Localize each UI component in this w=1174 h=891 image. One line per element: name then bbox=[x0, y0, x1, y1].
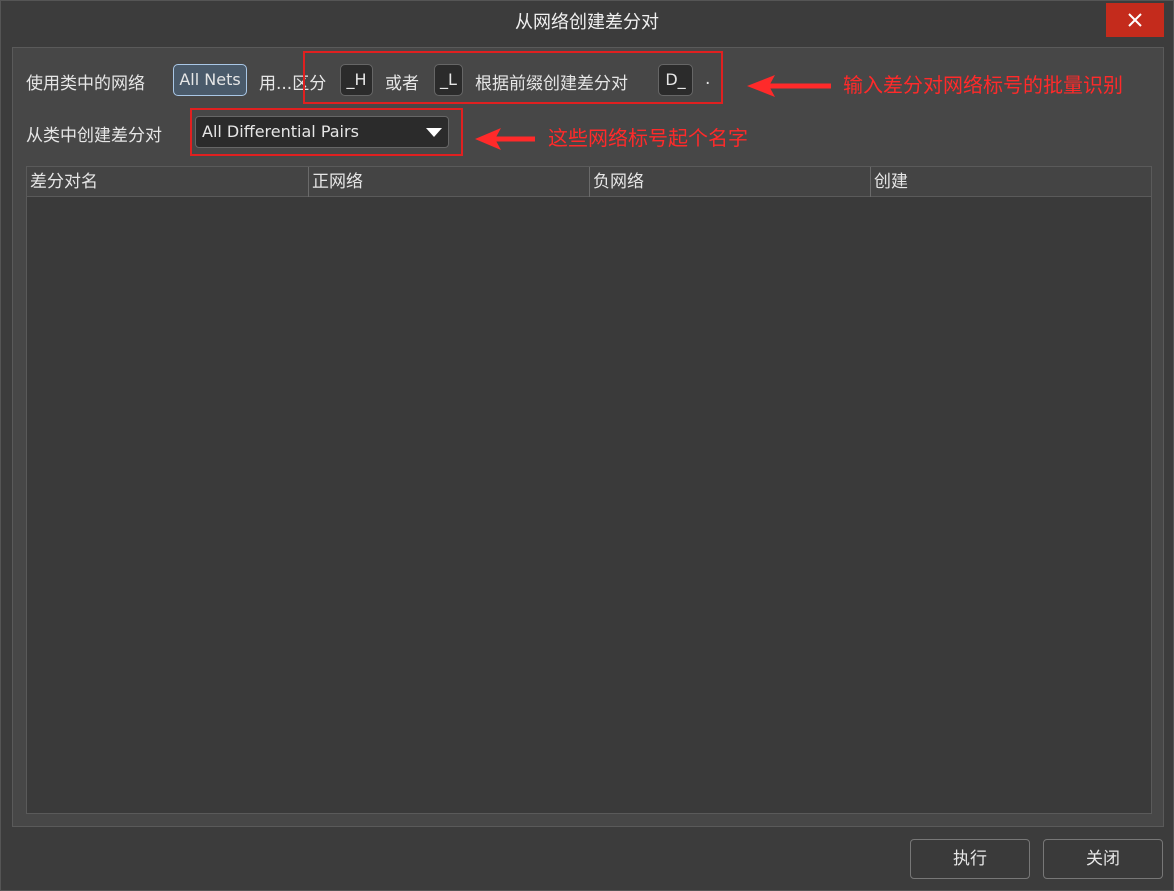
dialog-window: 从网络创建差分对 使用类中的网络 All Nets 用...区分 _H 或者 _… bbox=[0, 0, 1174, 891]
from-class-label: 从类中创建差分对 bbox=[26, 126, 162, 146]
net-class-button[interactable]: All Nets bbox=[173, 64, 247, 96]
column-header-create[interactable]: 创建 bbox=[870, 167, 1151, 197]
use-nets-label: 使用类中的网络 bbox=[26, 74, 145, 94]
column-header-negative-net[interactable]: 负网络 bbox=[589, 167, 870, 197]
arrow-left-icon bbox=[747, 75, 831, 97]
table-header: 差分对名 正网络 负网络 创建 bbox=[27, 167, 1151, 197]
column-header-pair-name[interactable]: 差分对名 bbox=[27, 167, 308, 197]
annotation-box-dropdown bbox=[190, 108, 463, 156]
annotation-box-suffix bbox=[303, 51, 723, 104]
close-icon bbox=[1128, 13, 1142, 27]
arrow-left-icon bbox=[475, 128, 535, 150]
diff-pair-table: 差分对名 正网络 负网络 创建 bbox=[26, 166, 1152, 814]
close-button[interactable]: 关闭 bbox=[1043, 839, 1163, 879]
title-bar: 从网络创建差分对 bbox=[1, 1, 1173, 45]
window-title: 从网络创建差分对 bbox=[515, 12, 659, 33]
annotation-note-2: 这些网络标号起个名字 bbox=[548, 126, 748, 150]
main-panel: 使用类中的网络 All Nets 用...区分 _H 或者 _L 根据前缀创建差… bbox=[12, 47, 1164, 827]
execute-button[interactable]: 执行 bbox=[910, 839, 1030, 879]
annotation-note-1: 输入差分对网络标号的批量识别 bbox=[843, 73, 1123, 97]
close-window-button[interactable] bbox=[1106, 3, 1164, 37]
column-header-positive-net[interactable]: 正网络 bbox=[308, 167, 589, 197]
